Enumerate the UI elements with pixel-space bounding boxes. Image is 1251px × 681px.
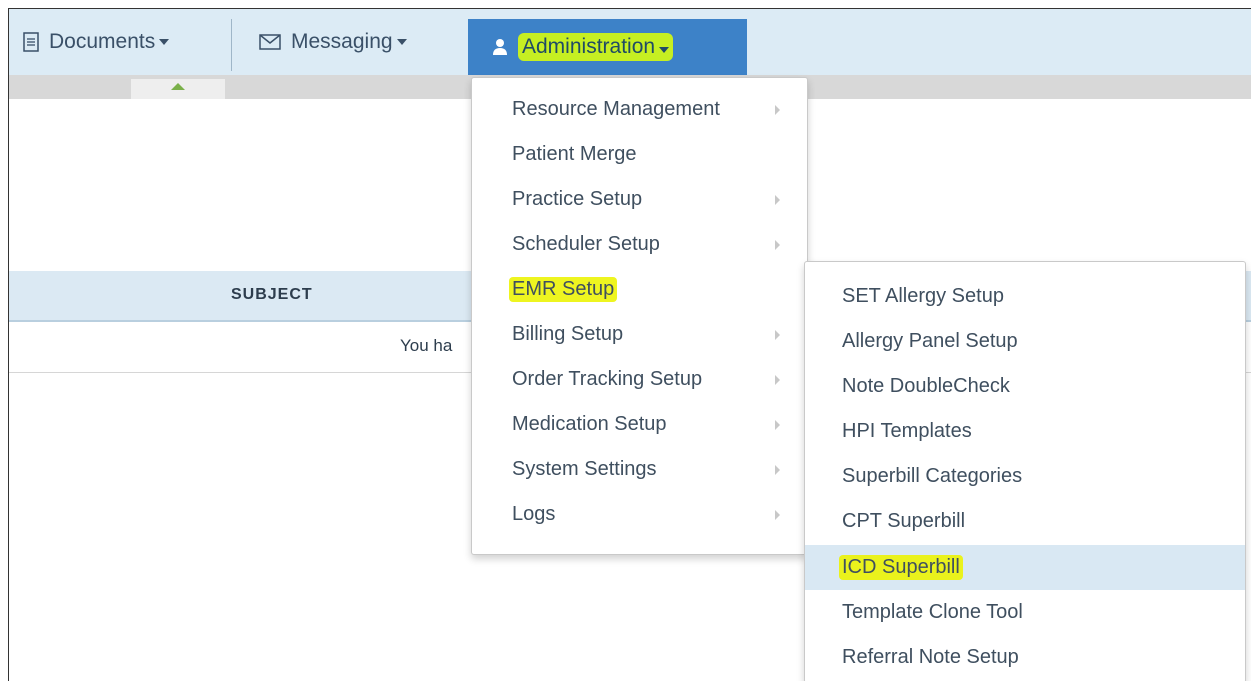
menu-item-logs[interactable]: Logs [472, 492, 807, 537]
menu-item-label: EMR Setup [509, 277, 618, 302]
chevron-right-icon [775, 374, 780, 385]
menu-item-patient-merge[interactable]: Patient Merge [472, 132, 807, 177]
submenu-item-icd-superbill[interactable]: ICD Superbill [805, 545, 1245, 590]
caret-down-icon [396, 39, 407, 45]
submenu-item-cpt-superbill[interactable]: CPT Superbill [805, 499, 1245, 544]
submenu-item-superbill-categories[interactable]: Superbill Categories [805, 454, 1245, 499]
menu-item-label: System Settings [512, 458, 657, 480]
submenu-item-template-clone-tool[interactable]: Template Clone Tool [805, 590, 1245, 635]
chevron-right-icon [775, 329, 780, 340]
nav-administration-label: Administration [522, 35, 656, 58]
submenu-item-label: Allergy Panel Setup [842, 330, 1018, 352]
submenu-item-label: Template Clone Tool [842, 601, 1023, 623]
submenu-item-label: HPI Templates [842, 420, 972, 442]
menu-item-scheduler-setup[interactable]: Scheduler Setup [472, 222, 807, 267]
submenu-item-set-allergy-setup[interactable]: SET Allergy Setup [805, 274, 1245, 319]
nav-documents-label: Documents [49, 30, 156, 53]
menu-item-label: Medication Setup [512, 413, 667, 435]
menu-item-label: Resource Management [512, 98, 720, 120]
chevron-right-icon [775, 509, 780, 520]
submenu-item-referral-note-setup[interactable]: Referral Note Setup [805, 635, 1245, 680]
menu-item-label: Billing Setup [512, 323, 624, 345]
empty-message: You ha [400, 336, 453, 355]
menu-item-practice-setup[interactable]: Practice Setup [472, 177, 807, 222]
submenu-item-allergy-panel-setup[interactable]: Allergy Panel Setup [805, 319, 1245, 364]
menu-item-emr-setup[interactable]: EMR Setup [472, 267, 807, 312]
menu-item-label: Patient Merge [512, 143, 637, 165]
chevron-right-icon [775, 464, 780, 475]
submenu-item-label: Referral Note Setup [842, 646, 1019, 668]
submenu-item-label: SET Allergy Setup [842, 285, 1004, 307]
chevron-right-icon [775, 104, 780, 115]
menu-item-label: Practice Setup [512, 188, 643, 210]
app-frame: Documents Messaging Administration SUBJE… [8, 8, 1251, 681]
triangle-up-icon [171, 83, 185, 90]
chevron-right-icon [775, 419, 780, 430]
document-icon [23, 32, 39, 52]
administration-dropdown-menu: Resource Management Patient Merge Practi… [471, 77, 808, 555]
caret-down-icon [159, 39, 170, 45]
submenu-item-label: ICD Superbill [839, 555, 963, 580]
menu-item-order-tracking-setup[interactable]: Order Tracking Setup [472, 357, 807, 402]
submenu-item-note-doublecheck[interactable]: Note DoubleCheck [805, 364, 1245, 409]
menu-item-billing-setup[interactable]: Billing Setup [472, 312, 807, 357]
nav-administration[interactable]: Administration [468, 19, 747, 75]
submenu-item-hpi-templates[interactable]: HPI Templates [805, 409, 1245, 454]
top-navbar: Documents Messaging Administration [9, 9, 1251, 75]
caret-down-icon [659, 47, 670, 53]
menu-item-label: Scheduler Setup [512, 233, 660, 255]
nav-documents[interactable]: Documents [23, 9, 170, 75]
user-icon [492, 38, 508, 56]
nav-divider [231, 19, 232, 71]
submenu-item-label: CPT Superbill [842, 510, 966, 532]
emr-setup-submenu: SET Allergy Setup Allergy Panel Setup No… [804, 261, 1246, 681]
menu-item-label: Logs [512, 503, 556, 525]
menu-item-system-settings[interactable]: System Settings [472, 447, 807, 492]
column-header-subject[interactable]: SUBJECT [231, 286, 313, 304]
chevron-right-icon [775, 239, 780, 250]
submenu-item-label: Superbill Categories [842, 465, 1023, 487]
nav-administration-label-wrap: Administration [518, 33, 674, 61]
active-tab-indicator [131, 79, 225, 99]
envelope-icon [259, 34, 281, 50]
menu-item-medication-setup[interactable]: Medication Setup [472, 402, 807, 447]
nav-messaging[interactable]: Messaging [259, 9, 407, 75]
submenu-item-label: Note DoubleCheck [842, 375, 1010, 397]
nav-messaging-label: Messaging [291, 30, 393, 53]
menu-item-label: Order Tracking Setup [512, 368, 703, 390]
menu-item-resource-management[interactable]: Resource Management [472, 87, 807, 132]
chevron-right-icon [775, 194, 780, 205]
